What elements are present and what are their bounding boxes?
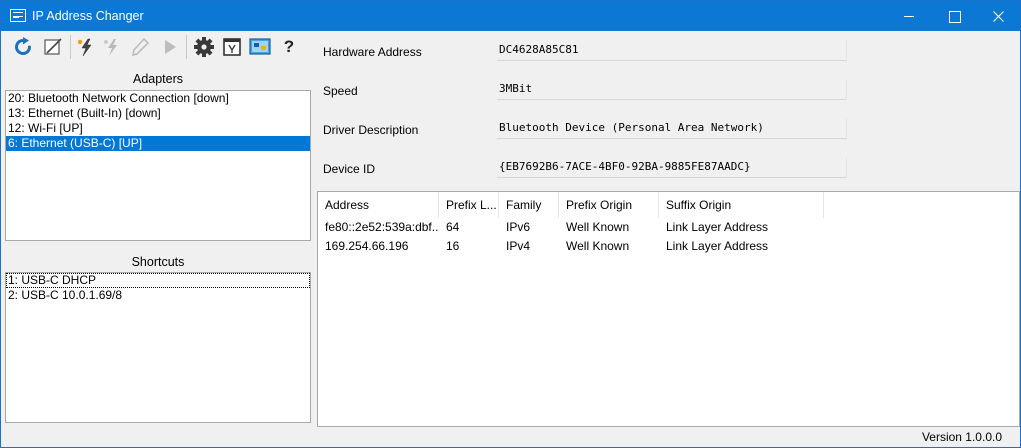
window-title: IP Address Changer — [32, 9, 144, 23]
shortcuts-list[interactable]: 1: USB-C DHCP 2: USB-C 10.0.1.69/8 — [5, 272, 311, 423]
gear-icon — [194, 37, 214, 57]
title-bar[interactable]: IP Address Changer — [1, 1, 1020, 31]
lightning-icon — [77, 38, 92, 57]
properties-button[interactable] — [220, 34, 244, 60]
prefix-length-cell: 64 — [446, 220, 460, 234]
minimize-button[interactable] — [886, 1, 932, 31]
help-icon: ? — [283, 37, 295, 56]
column-header-address[interactable]: Address — [318, 192, 439, 218]
refresh-button[interactable] — [11, 34, 35, 60]
hardware-address-label: Hardware Address — [323, 45, 422, 59]
column-header-prefix-origin[interactable]: Prefix Origin — [559, 192, 659, 218]
close-icon — [993, 11, 1004, 22]
column-header-family[interactable]: Family — [499, 192, 559, 218]
network-connections-icon — [249, 38, 271, 55]
adapter-item[interactable]: 12: Wi-Fi [UP] — [6, 121, 310, 136]
family-cell: IPv6 — [506, 220, 531, 234]
table-row[interactable]: 169.254.66.196 16 IPv4 Well Known Link L… — [318, 237, 1019, 256]
apply-shortcut-disabled-button[interactable] — [100, 34, 124, 60]
pencil-button[interactable] — [128, 34, 152, 60]
suffix-origin-cell: Link Layer Address — [666, 239, 769, 253]
help-button[interactable]: ? — [277, 34, 301, 60]
edit-icon — [44, 38, 62, 55]
family-cell: IPv4 — [506, 239, 531, 253]
hardware-address-value[interactable]: DC4628A85C81 — [497, 40, 847, 61]
shortcut-item[interactable]: 1: USB-C DHCP — [6, 273, 310, 288]
prefix-length-cell: 16 — [446, 239, 460, 253]
address-cell: fe80::2e52:539a:dbf... — [325, 220, 439, 234]
edit-button[interactable] — [41, 34, 65, 60]
column-header-suffix-origin[interactable]: Suffix Origin — [659, 192, 824, 218]
toolbar: ? — [1, 31, 313, 63]
speed-label: Speed — [323, 84, 358, 98]
column-header-prefix-length[interactable]: Prefix L... — [439, 192, 499, 218]
maximize-button[interactable] — [932, 1, 978, 31]
driver-description-value[interactable]: Bluetooth Device (Personal Area Network) — [497, 118, 847, 139]
driver-description-label: Driver Description — [323, 123, 419, 137]
version-label: Version 1.0.0.0 — [921, 430, 1002, 444]
toolbar-separator — [186, 35, 187, 59]
table-row[interactable]: fe80::2e52:539a:dbf... 64 IPv6 Well Know… — [318, 218, 1019, 237]
properties-icon — [223, 38, 241, 56]
main-window: IP Address Changer ? Adapters 20: Blueto… — [0, 0, 1021, 448]
prefix-origin-cell: Well Known — [566, 220, 630, 234]
network-card-icon — [10, 9, 26, 22]
prefix-origin-cell: Well Known — [566, 239, 630, 253]
settings-button[interactable] — [192, 34, 216, 60]
device-id-label: Device ID — [323, 162, 376, 176]
address-table-header: Address Prefix L... Family Prefix Origin… — [318, 192, 1019, 218]
speed-value[interactable]: 3MBit — [497, 79, 847, 100]
close-button[interactable] — [976, 1, 1020, 31]
lightning-disabled-icon — [104, 39, 117, 56]
apply-shortcut-button[interactable] — [74, 34, 98, 60]
play-icon — [165, 40, 176, 54]
shortcut-item[interactable]: 2: USB-C 10.0.1.69/8 — [6, 288, 310, 303]
adapters-list[interactable]: 20: Bluetooth Network Connection [down] … — [5, 90, 311, 241]
adapter-item[interactable]: 20: Bluetooth Network Connection [down] — [6, 91, 310, 106]
address-cell: 169.254.66.196 — [325, 239, 409, 253]
address-table[interactable]: Address Prefix L... Family Prefix Origin… — [317, 191, 1020, 427]
pencil-icon — [131, 37, 150, 57]
shortcuts-label: Shortcuts — [131, 255, 185, 269]
refresh-icon — [15, 37, 31, 55]
adapters-label: Adapters — [132, 72, 184, 86]
run-button[interactable] — [158, 34, 182, 60]
adapter-item[interactable]: 13: Ethernet (Built-In) [down] — [6, 106, 310, 121]
device-id-value[interactable]: {EB7692B6-7ACE-4BF0-92BA-9885FE87AADC} — [497, 157, 847, 178]
network-connections-button[interactable] — [248, 34, 272, 60]
suffix-origin-cell: Link Layer Address — [666, 220, 769, 234]
toolbar-separator — [70, 35, 71, 59]
adapter-item-selected[interactable]: 6: Ethernet (USB-C) [UP] — [6, 136, 310, 151]
